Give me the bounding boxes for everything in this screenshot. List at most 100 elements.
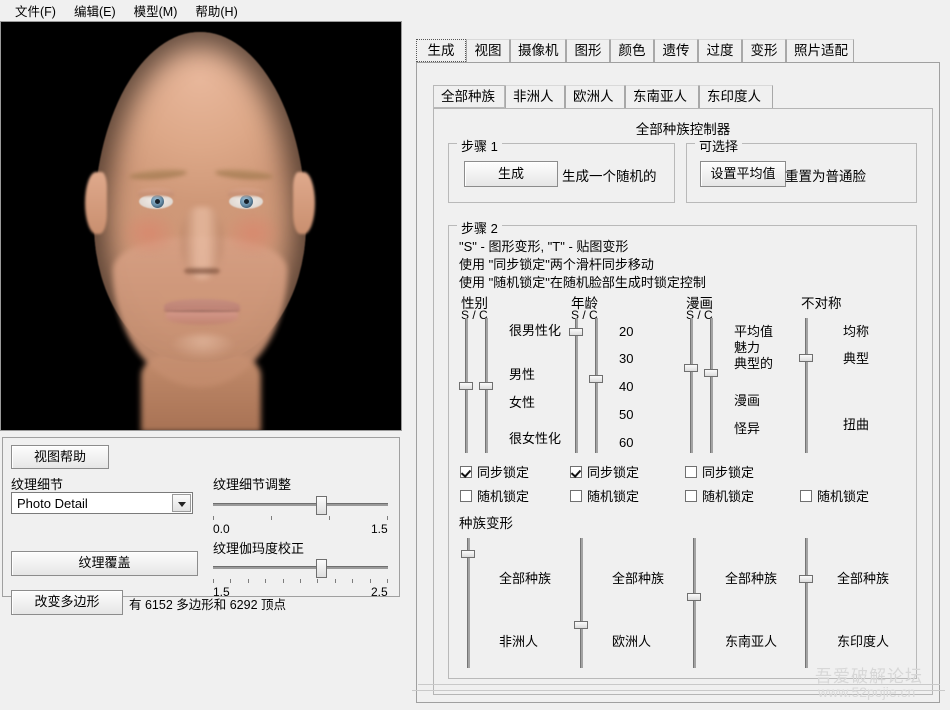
morph-label-3-0: 均称 [843, 324, 870, 339]
menu-item-edit[interactable]: 编辑(E) [65, 0, 125, 22]
race-morph-slider-2[interactable] [687, 538, 701, 668]
texture-detail-adjust-slider[interactable] [213, 494, 388, 522]
race-morph-slider-1[interactable] [574, 538, 588, 668]
tab-8[interactable]: 照片适配 [786, 39, 854, 62]
checkbox-box[interactable] [460, 489, 472, 502]
slider-thumb[interactable] [569, 328, 583, 336]
tab-6[interactable]: 过度 [698, 39, 742, 62]
menu-item-model[interactable]: 模型(M) [125, 0, 187, 22]
slider-track [595, 318, 598, 453]
tab-4[interactable]: 颜色 [610, 39, 654, 62]
race-morph-title: 种族变形 [459, 516, 513, 531]
race-morph-slider-0[interactable] [461, 538, 475, 668]
checkbox-box[interactable] [460, 465, 472, 478]
subtab-4[interactable]: 东印度人 [699, 85, 773, 108]
slider-ticks [213, 516, 388, 521]
texture-detail-label: 纹理细节 [11, 477, 64, 492]
subtab-3[interactable]: 东南亚人 [625, 85, 699, 108]
sync-lock-checkbox-0[interactable]: 同步锁定 [460, 462, 529, 481]
morph-label-2-3: 漫画 [734, 393, 761, 408]
slider-track [690, 318, 693, 453]
main-tabstrip: 生成 视图 摄像机 图形 颜色 遗传 过度 变形 照片适配 [416, 39, 940, 63]
slider-thumb[interactable] [687, 593, 701, 601]
polygon-info-text: 有 6152 多边形和 6292 顶点 [129, 598, 287, 612]
slider-thumb[interactable] [316, 496, 327, 515]
tab-1[interactable]: 视图 [466, 39, 510, 62]
slider-thumb[interactable] [684, 364, 698, 372]
morph-slider-1-1[interactable] [589, 318, 603, 453]
slider-track [805, 538, 808, 668]
slider-thumb[interactable] [459, 382, 473, 390]
texture-gamma-title: 纹理伽玛度校正 [213, 541, 305, 556]
menu-item-help[interactable]: 帮助(H) [186, 0, 246, 22]
checkbox-box[interactable] [570, 465, 582, 478]
slider-thumb[interactable] [461, 550, 475, 558]
ear-left-shape [85, 172, 107, 234]
race-morph-top-label-2: 全部种族 [725, 571, 778, 586]
set-average-button[interactable]: 设置平均值 [700, 161, 786, 187]
subtab-2[interactable]: 欧洲人 [565, 85, 625, 108]
race-morph-bottom-label-2: 东南亚人 [725, 634, 778, 649]
race-morph-bottom-label-1: 欧洲人 [612, 634, 652, 649]
checkbox-box[interactable] [570, 489, 582, 502]
morph-label-2-2: 典型的 [734, 356, 774, 371]
chevron-down-icon[interactable] [172, 494, 191, 512]
sync-lock-label: 同步锁定 [587, 465, 640, 480]
morph-slider-3-0[interactable] [799, 318, 813, 453]
group-step2: 步骤 2 "S" - 图形变形, "T" - 贴图变形 使用 "同步锁定"两个滑… [448, 218, 917, 679]
random-lock-checkbox-2[interactable]: 随机锁定 [685, 486, 754, 505]
texture-detail-adjust-title: 纹理细节调整 [213, 477, 292, 492]
checkbox-box[interactable] [685, 489, 697, 502]
random-lock-checkbox-0[interactable]: 随机锁定 [460, 486, 529, 505]
race-morph-bottom-label-3: 东印度人 [837, 634, 890, 649]
nostrils-shape [184, 265, 220, 277]
tab-2[interactable]: 摄像机 [510, 39, 566, 62]
checkbox-box[interactable] [685, 465, 697, 478]
slider-thumb[interactable] [799, 575, 813, 583]
random-lock-label: 随机锁定 [587, 489, 640, 504]
morph-slider-0-1[interactable] [479, 318, 493, 453]
texture-detail-select[interactable]: Photo Detail [11, 492, 193, 514]
watermark-url: www.52pojie.cn [818, 684, 916, 700]
random-lock-checkbox-1[interactable]: 随机锁定 [570, 486, 639, 505]
checkbox-box[interactable] [800, 489, 812, 502]
texture-overlay-button[interactable]: 纹理覆盖 [11, 551, 198, 576]
slider-thumb[interactable] [704, 369, 718, 377]
view-help-button[interactable]: 视图帮助 [11, 445, 109, 469]
texture-gamma-slider[interactable] [213, 557, 388, 585]
tab-0[interactable]: 生成 [416, 39, 466, 62]
tab-7[interactable]: 变形 [742, 39, 786, 62]
random-lock-label: 随机锁定 [817, 489, 870, 504]
tab-3[interactable]: 图形 [566, 39, 610, 62]
morph-label-0-3: 很女性化 [509, 431, 562, 446]
slider-thumb[interactable] [574, 621, 588, 629]
morph-label-3-1: 典型 [843, 351, 870, 366]
slider-thumb[interactable] [589, 375, 603, 383]
slider-track [693, 538, 696, 668]
pupil-right-shape [244, 199, 249, 204]
generate-button[interactable]: 生成 [464, 161, 558, 187]
group-step2-label: 步骤 2 [457, 218, 502, 237]
slider-thumb[interactable] [316, 559, 327, 578]
slider-thumb[interactable] [479, 382, 493, 390]
change-polygon-button[interactable]: 改变多边形 [11, 590, 123, 615]
slider-thumb[interactable] [799, 354, 813, 362]
subtab-1[interactable]: 非洲人 [505, 85, 565, 108]
morph-slider-1-0[interactable] [569, 318, 583, 453]
subtab-0[interactable]: 全部种族 [433, 85, 505, 108]
random-lock-checkbox-3[interactable]: 随机锁定 [800, 486, 869, 505]
step2-hint-line2: 使用 "同步锁定"两个滑杆同步移动 [459, 257, 654, 272]
sync-lock-checkbox-1[interactable]: 同步锁定 [570, 462, 639, 481]
race-morph-slider-3[interactable] [799, 538, 813, 668]
model-viewport[interactable] [0, 21, 402, 431]
menu-item-file[interactable]: 文件(F) [6, 0, 65, 22]
tab-page-generate: 全部种族 非洲人 欧洲人 东南亚人 东印度人 全部种族控制器 步骤 1 生成 生成一个随… [416, 62, 940, 703]
morph-slider-2-1[interactable] [704, 318, 718, 453]
morph-slider-2-0[interactable] [684, 318, 698, 453]
morph-label-0-0: 很男性化 [509, 323, 562, 338]
sync-lock-checkbox-2[interactable]: 同步锁定 [685, 462, 754, 481]
morph-slider-0-0[interactable] [459, 318, 473, 453]
slider-track [575, 318, 578, 453]
tab-5[interactable]: 遗传 [654, 39, 698, 62]
morph-label-3-2: 扭曲 [843, 417, 870, 432]
